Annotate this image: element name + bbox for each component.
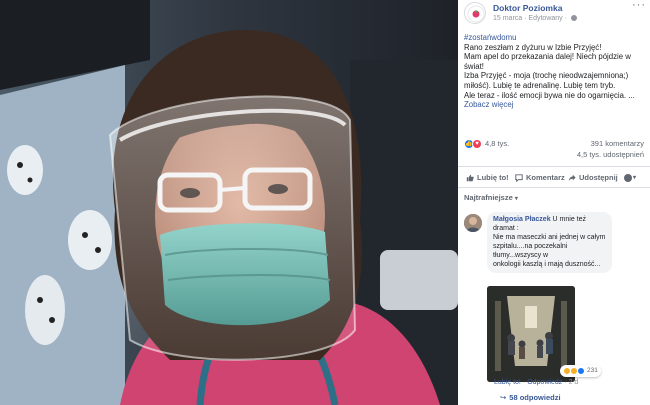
love-icon: ♥ — [472, 139, 482, 149]
commenter-avatar[interactable] — [464, 214, 482, 232]
comment-time[interactable]: 2 d — [569, 379, 579, 386]
comment-reply-link[interactable]: Odpowiedz — [527, 379, 562, 386]
post-line: świat! — [464, 61, 484, 71]
post-line: Izba Przyjęć - moja (trochę nieodwzajemn… — [464, 71, 629, 81]
chevron-down-icon: ▾ — [514, 196, 518, 202]
comment-button-label: Komentarz — [526, 173, 565, 182]
sort-label: Najtrafniejsze — [464, 193, 513, 202]
more-icon[interactable]: ··· — [632, 0, 646, 11]
share-icon — [568, 174, 576, 182]
post-stats: 👍 ♥ 4,8 tys. 391 komentarzy 4,5 tys. udo… — [464, 139, 646, 167]
comment-icon — [515, 174, 523, 182]
post-line: Mam apel do przekazania dalej! Niech pój… — [464, 52, 631, 62]
globe-icon — [570, 15, 577, 21]
edited-label[interactable]: Edytowany — [528, 15, 562, 22]
view-replies-link[interactable]: ↪ 58 odpowiedzi — [500, 393, 561, 403]
audience-selector[interactable]: ▾ — [624, 173, 636, 183]
post-date[interactable]: 15 marca — [493, 15, 522, 22]
comment-author-link[interactable]: Małgosia Płaczek — [493, 216, 551, 223]
post-meta: 15 marca · Edytowany · — [493, 14, 577, 24]
shares-count-link[interactable]: 4,5 tys. udostępnień — [577, 150, 644, 160]
comment-line: Nie ma maseczki ani jednej w całym — [493, 234, 606, 241]
replies-label: 58 odpowiedzi — [509, 393, 561, 402]
comment-reaction-count: 231 — [587, 367, 598, 374]
share-button-label: Udostępnij — [579, 173, 618, 182]
comment-reactions[interactable]: 231 — [560, 365, 601, 377]
page-name-link[interactable]: Doktor Poziomka — [493, 3, 562, 13]
comment-actions: Lubię to! · Odpowiedz · 2 d — [494, 379, 579, 386]
reaction-count: 4,8 tys. — [485, 139, 510, 148]
post-side-panel: Doktor Poziomka 15 marca · Edytowany · ·… — [458, 0, 650, 405]
post-text: #zostańwdomu Rano zeszłam z dyżuru w Izb… — [464, 33, 646, 110]
like-button-label: Lubię to! — [477, 173, 509, 182]
post-line: Ale teraz - ilość emocji bywa nie do oga… — [464, 90, 635, 100]
post-line: miłość). Lubię te adrenalinę. Lubię tem … — [464, 80, 616, 90]
comment-line: onkologii kaszlą i mają duszność... — [493, 261, 601, 268]
see-more-link[interactable]: Zobacz więcej — [464, 100, 646, 110]
post-photo[interactable] — [0, 0, 458, 405]
comment-line: szpitalu....na poczekalni tłumy...wszysc… — [493, 243, 568, 259]
share-button[interactable]: Udostępnij — [568, 173, 618, 183]
chevron-down-icon: ▾ — [633, 175, 637, 181]
strawberry-logo-icon — [467, 5, 485, 23]
comment-like-link[interactable]: Lubię to! — [494, 379, 521, 386]
comment-sort-dropdown[interactable]: Najtrafniejsze ▾ — [464, 193, 518, 204]
selfie-image — [0, 0, 458, 405]
avatar-photo — [464, 214, 482, 232]
thumbs-up-icon — [466, 174, 474, 182]
reply-arrow-icon: ↪ — [500, 393, 507, 402]
comment-bubble: Małgosia Płaczek U mnie też dramat : Nie… — [487, 212, 612, 273]
like-icon — [577, 367, 585, 375]
comment-button[interactable]: Komentarz — [515, 173, 565, 183]
page-avatar[interactable] — [464, 2, 486, 24]
hashtag-link[interactable]: #zostańwdomu — [464, 33, 646, 43]
post-action-bar: Lubię to! Komentarz Udostępnij ▾ — [458, 166, 650, 188]
comments-count-link[interactable]: 391 komentarzy — [591, 139, 644, 149]
post-header: Doktor Poziomka 15 marca · Edytowany · ·… — [464, 0, 646, 24]
reactions-summary[interactable]: 👍 ♥ 4,8 tys. — [464, 139, 509, 149]
like-button[interactable]: Lubię to! — [466, 173, 509, 183]
post-line: Rano zeszłam z dyżuru w Izbie Przyjęć! — [464, 42, 602, 52]
profile-icon — [624, 174, 632, 182]
